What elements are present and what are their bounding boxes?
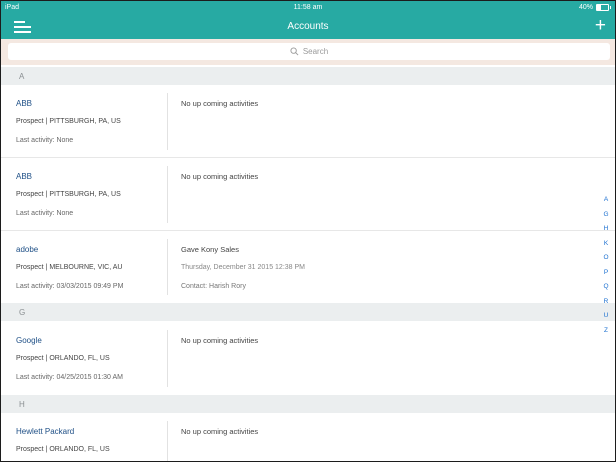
account-last-activity: Last activity: None bbox=[16, 137, 74, 144]
account-meta: Prospect | MELBOURNE, VIC, AU bbox=[16, 264, 123, 271]
index-letter-r[interactable]: R bbox=[604, 297, 609, 312]
search-icon bbox=[290, 47, 299, 56]
upcoming-activity: Gave Kony Sales bbox=[181, 245, 239, 254]
upcoming-activity: No up coming activities bbox=[181, 336, 259, 345]
search-placeholder: Search bbox=[302, 47, 329, 56]
account-name[interactable]: Google bbox=[16, 336, 42, 345]
section-header-a: A bbox=[1, 67, 615, 85]
account-meta: Prospect | ORLANDO, FL, US bbox=[16, 446, 110, 453]
index-letter-h[interactable]: H bbox=[604, 224, 609, 239]
section-letter: A bbox=[19, 72, 25, 81]
account-name[interactable]: Hewlett Packard bbox=[16, 427, 74, 436]
page-title: Accounts bbox=[287, 21, 329, 32]
index-letter-o[interactable]: O bbox=[603, 253, 608, 268]
account-last-activity: Last activity: 03/03/2015 09:49 PM bbox=[16, 283, 124, 290]
search-area: Search bbox=[1, 39, 615, 65]
account-meta: Prospect | PITTSBURGH, PA, US bbox=[16, 191, 121, 198]
section-letter: G bbox=[19, 308, 26, 317]
upcoming-activity: No up coming activities bbox=[181, 99, 259, 108]
column-divider bbox=[167, 93, 168, 150]
column-divider bbox=[167, 239, 168, 295]
account-row[interactable]: Google Prospect | ORLANDO, FL, US Last a… bbox=[1, 322, 615, 395]
column-divider bbox=[167, 421, 168, 461]
section-letter: H bbox=[19, 400, 25, 409]
status-time: 11:58 am bbox=[293, 4, 323, 11]
index-letter-z[interactable]: Z bbox=[604, 326, 608, 341]
account-row[interactable]: ABB Prospect | PITTSBURGH, PA, US Last a… bbox=[1, 158, 615, 231]
index-letter-p[interactable]: P bbox=[604, 268, 608, 283]
battery-indicator: 40% bbox=[578, 4, 611, 11]
nav-bar: Accounts + bbox=[1, 15, 615, 39]
activity-date: Thursday, December 31 2015 12:38 PM bbox=[181, 264, 305, 271]
alphabet-index[interactable]: A G H K O P Q R U Z bbox=[599, 195, 613, 340]
account-name[interactable]: ABB bbox=[16, 99, 32, 108]
index-letter-a[interactable]: A bbox=[604, 195, 608, 210]
status-bar: iPad 11:58 am 40% bbox=[1, 1, 615, 15]
account-last-activity: Last activity: 04/25/2015 01:30 AM bbox=[16, 374, 124, 381]
upcoming-activity: No up coming activities bbox=[181, 427, 259, 436]
account-last-activity: Last activity: None bbox=[16, 210, 74, 217]
account-row[interactable]: ABB Prospect | PITTSBURGH, PA, US Last a… bbox=[1, 85, 615, 158]
column-divider bbox=[167, 166, 168, 223]
account-meta: Prospect | ORLANDO, FL, US bbox=[16, 355, 110, 362]
section-header-h: H bbox=[1, 395, 615, 413]
section-header-g: G bbox=[1, 303, 615, 321]
account-name[interactable]: ABB bbox=[16, 172, 32, 181]
index-letter-g[interactable]: G bbox=[603, 210, 608, 225]
activity-contact: Contact: Harish Rory bbox=[181, 283, 246, 290]
upcoming-activity: No up coming activities bbox=[181, 172, 259, 181]
account-meta: Prospect | PITTSBURGH, PA, US bbox=[16, 118, 121, 125]
index-letter-u[interactable]: U bbox=[604, 311, 609, 326]
battery-percent: 40% bbox=[578, 4, 593, 11]
index-letter-k[interactable]: K bbox=[604, 239, 608, 254]
column-divider bbox=[167, 330, 168, 387]
search-input[interactable]: Search bbox=[8, 43, 610, 60]
index-letter-q[interactable]: Q bbox=[603, 282, 608, 297]
add-account-button[interactable]: + bbox=[595, 16, 606, 36]
account-name[interactable]: adobe bbox=[16, 245, 38, 254]
battery-icon bbox=[596, 4, 611, 11]
account-row[interactable]: adobe Prospect | MELBOURNE, VIC, AU Last… bbox=[1, 231, 615, 303]
account-row[interactable]: Hewlett Packard Prospect | ORLANDO, FL, … bbox=[1, 413, 615, 461]
